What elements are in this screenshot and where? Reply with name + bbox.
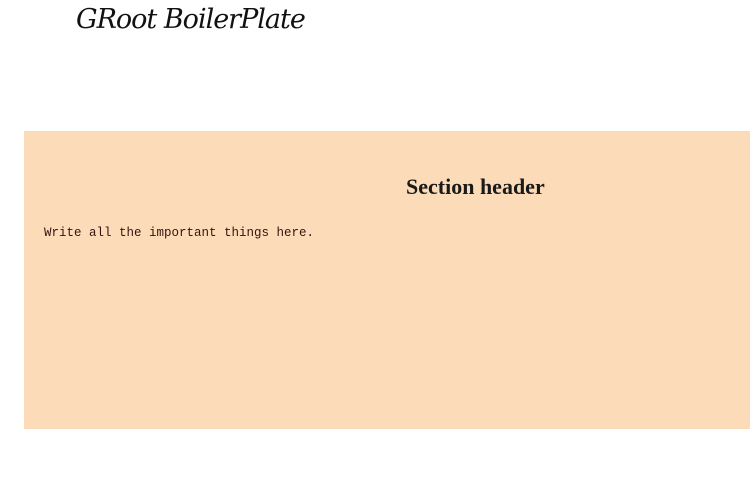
section-body-text: Write all the important things here.	[44, 226, 315, 240]
section-header: Section header	[406, 174, 545, 199]
site-title: GRoot BoilerPlate	[76, 4, 306, 35]
page: GRoot BoilerPlate Section header Write a…	[0, 0, 750, 500]
content-section: Section header Write all the important t…	[24, 131, 750, 429]
